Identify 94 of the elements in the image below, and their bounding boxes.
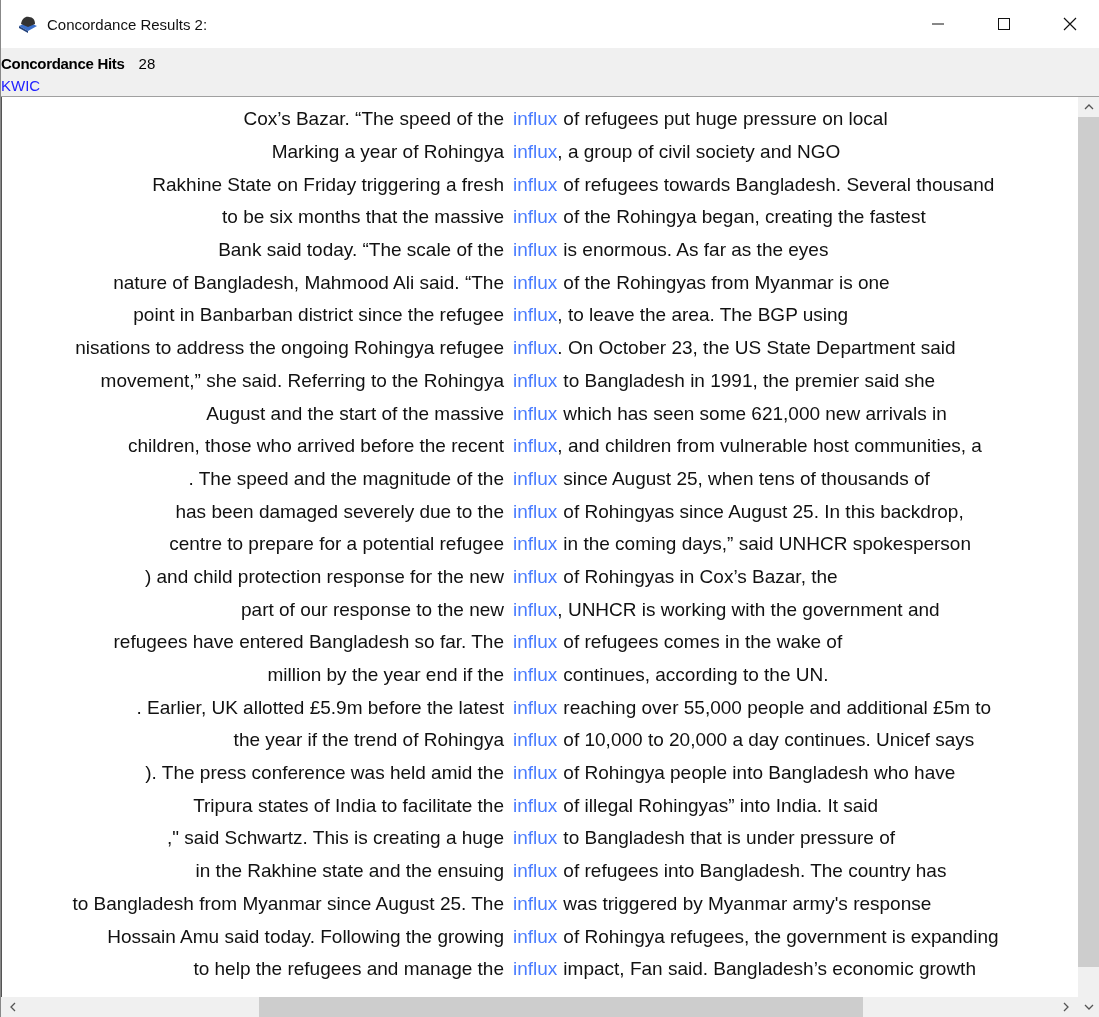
right-context: of illegal Rohingyas” into India. It said xyxy=(563,794,879,817)
keyword: influx xyxy=(513,794,558,817)
left-context: nisations to address the ongoing Rohingya refugee xyxy=(75,337,504,360)
keyword: influx xyxy=(513,860,558,883)
right-context: since August 25, when tens of thousands of xyxy=(563,467,930,490)
hits-count: 28 xyxy=(138,54,156,74)
right-context: , and children from vulnerable host communities, a xyxy=(557,435,982,458)
right-context: . On October 23, the US State Department said xyxy=(557,337,956,360)
right-context: impact, Fan said. Bangladesh’s economic growth xyxy=(563,958,976,981)
right-context: which has seen some 621,000 new arrivals in xyxy=(563,402,947,425)
scroll-up-icon[interactable] xyxy=(1083,103,1094,111)
right-context: of Rohingyas since August 25. In this backdrop, xyxy=(563,500,964,523)
view-label: KWIC xyxy=(1,76,41,96)
scroll-down-icon[interactable] xyxy=(1083,1003,1094,1011)
left-context: nature of Bangladesh, Mahmood Ali said. “The xyxy=(113,271,504,294)
left-context: movement,” she said. Referring to the Rohingya xyxy=(100,369,504,392)
keyword: influx xyxy=(513,239,558,262)
left-context: in the Rakhine state and the ensuing xyxy=(195,860,504,883)
left-context: part of our response to the new xyxy=(241,598,504,621)
keyword: influx xyxy=(513,108,558,131)
right-context: was triggered by Myanmar army's response xyxy=(563,892,932,915)
left-context: to Bangladesh from Myanmar since August 25. The xyxy=(72,892,504,915)
left-context: ," said Schwartz. This is creating a huge xyxy=(167,827,504,850)
close-icon[interactable] xyxy=(1063,17,1077,31)
left-context: to be six months that the massive xyxy=(222,206,504,229)
keyword: influx xyxy=(513,631,558,654)
left-context: centre to prepare for a potential refugee xyxy=(169,533,504,556)
keyword: influx xyxy=(513,598,558,621)
right-context: continues, according to the UN. xyxy=(563,664,829,687)
left-context: Bank said today. “The scale of the xyxy=(218,239,504,262)
keyword: influx xyxy=(513,467,558,490)
keyword: influx xyxy=(513,892,558,915)
keyword: influx xyxy=(513,762,558,785)
right-context: of Rohingya people into Bangladesh who have xyxy=(563,762,956,785)
left-context: to help the refugees and manage the xyxy=(193,958,504,981)
right-context: of the Rohingyas from Myanmar is one xyxy=(563,271,890,294)
left-context: refugees have entered Bangladesh so far. The xyxy=(113,631,504,654)
left-context: ). The press conference was held amid the xyxy=(145,762,504,785)
right-context: reaching over 55,000 people and additional £5m to xyxy=(563,696,992,719)
right-context: is enormous. As far as the eyes xyxy=(563,239,829,262)
right-context: of Rohingya refugees, the government is expanding xyxy=(563,925,999,948)
hits-label: Concordance Hits xyxy=(1,54,125,74)
left-context: has been damaged severely due to the xyxy=(175,500,504,523)
keyword: influx xyxy=(513,402,558,425)
right-context: , to leave the area. The BGP using xyxy=(557,304,849,327)
keyword: influx xyxy=(513,337,558,360)
keyword: influx xyxy=(513,206,558,229)
right-context: to Bangladesh that is under pressure of xyxy=(563,827,895,850)
keyword: influx xyxy=(513,500,558,523)
right-context: of refugees put huge pressure on local xyxy=(563,108,888,131)
keyword: influx xyxy=(513,925,558,948)
window-title: Concordance Results 2: xyxy=(47,15,208,33)
left-context: . Earlier, UK allotted £5.9m before the latest xyxy=(136,696,504,719)
left-context: Marking a year of Rohingya xyxy=(271,141,504,164)
keyword: influx xyxy=(513,304,558,327)
keyword: influx xyxy=(513,435,558,458)
left-context: ) and child protection response for the new xyxy=(144,565,504,588)
right-context: to Bangladesh in 1991, the premier said she xyxy=(563,369,936,392)
keyword: influx xyxy=(513,565,558,588)
left-context: Rakhine State on Friday triggering a fresh xyxy=(152,173,504,196)
keyword: influx xyxy=(513,141,558,164)
right-context: of refugees comes in the wake of xyxy=(563,631,843,654)
keyword: influx xyxy=(513,729,558,752)
left-context: Hossain Amu said today. Following the growing xyxy=(107,925,504,948)
left-context: million by the year end if the xyxy=(267,664,504,687)
left-context: Cox’s Bazar. “The speed of the xyxy=(243,108,504,131)
keyword: influx xyxy=(513,271,558,294)
keyword: influx xyxy=(513,696,558,719)
keyword: influx xyxy=(513,827,558,850)
horizontal-scrollbar[interactable] xyxy=(1,997,1078,1017)
keyword: influx xyxy=(513,533,558,556)
keyword: influx xyxy=(513,369,558,392)
right-context: of refugees into Bangladesh. The country has xyxy=(563,860,947,883)
right-context: of refugees towards Bangladesh. Several thousand xyxy=(563,173,995,196)
maximize-icon[interactable] xyxy=(997,17,1011,31)
scroll-left-icon[interactable] xyxy=(9,1002,17,1012)
right-context: , UNHCR is working with the government and xyxy=(557,598,940,621)
keyword: influx xyxy=(513,173,558,196)
keyword: influx xyxy=(513,664,558,687)
app-icon xyxy=(17,14,39,34)
right-context: , a group of civil society and NGO xyxy=(557,141,841,164)
left-context: point in Banbarban district since the refugee xyxy=(133,304,504,327)
right-context: of the Rohingya began, creating the fastest xyxy=(563,206,926,229)
right-context: of 10,000 to 20,000 a day continues. Unicef says xyxy=(563,729,975,752)
left-context: August and the start of the massive xyxy=(206,402,504,425)
left-context: children, those who arrived before the recent xyxy=(128,435,504,458)
right-context: of Rohingyas in Cox’s Bazar, the xyxy=(563,565,838,588)
scrollbar-thumb[interactable] xyxy=(259,997,863,1017)
left-context: . The speed and the magnitude of the xyxy=(188,467,504,490)
right-context: in the coming days,” said UNHCR spokesperson xyxy=(563,533,971,556)
left-context: the year if the trend of Rohingya xyxy=(233,729,504,752)
keyword: influx xyxy=(513,958,558,981)
left-context: Tripura states of India to facilitate the xyxy=(193,794,504,817)
scroll-right-icon[interactable] xyxy=(1062,1002,1070,1012)
